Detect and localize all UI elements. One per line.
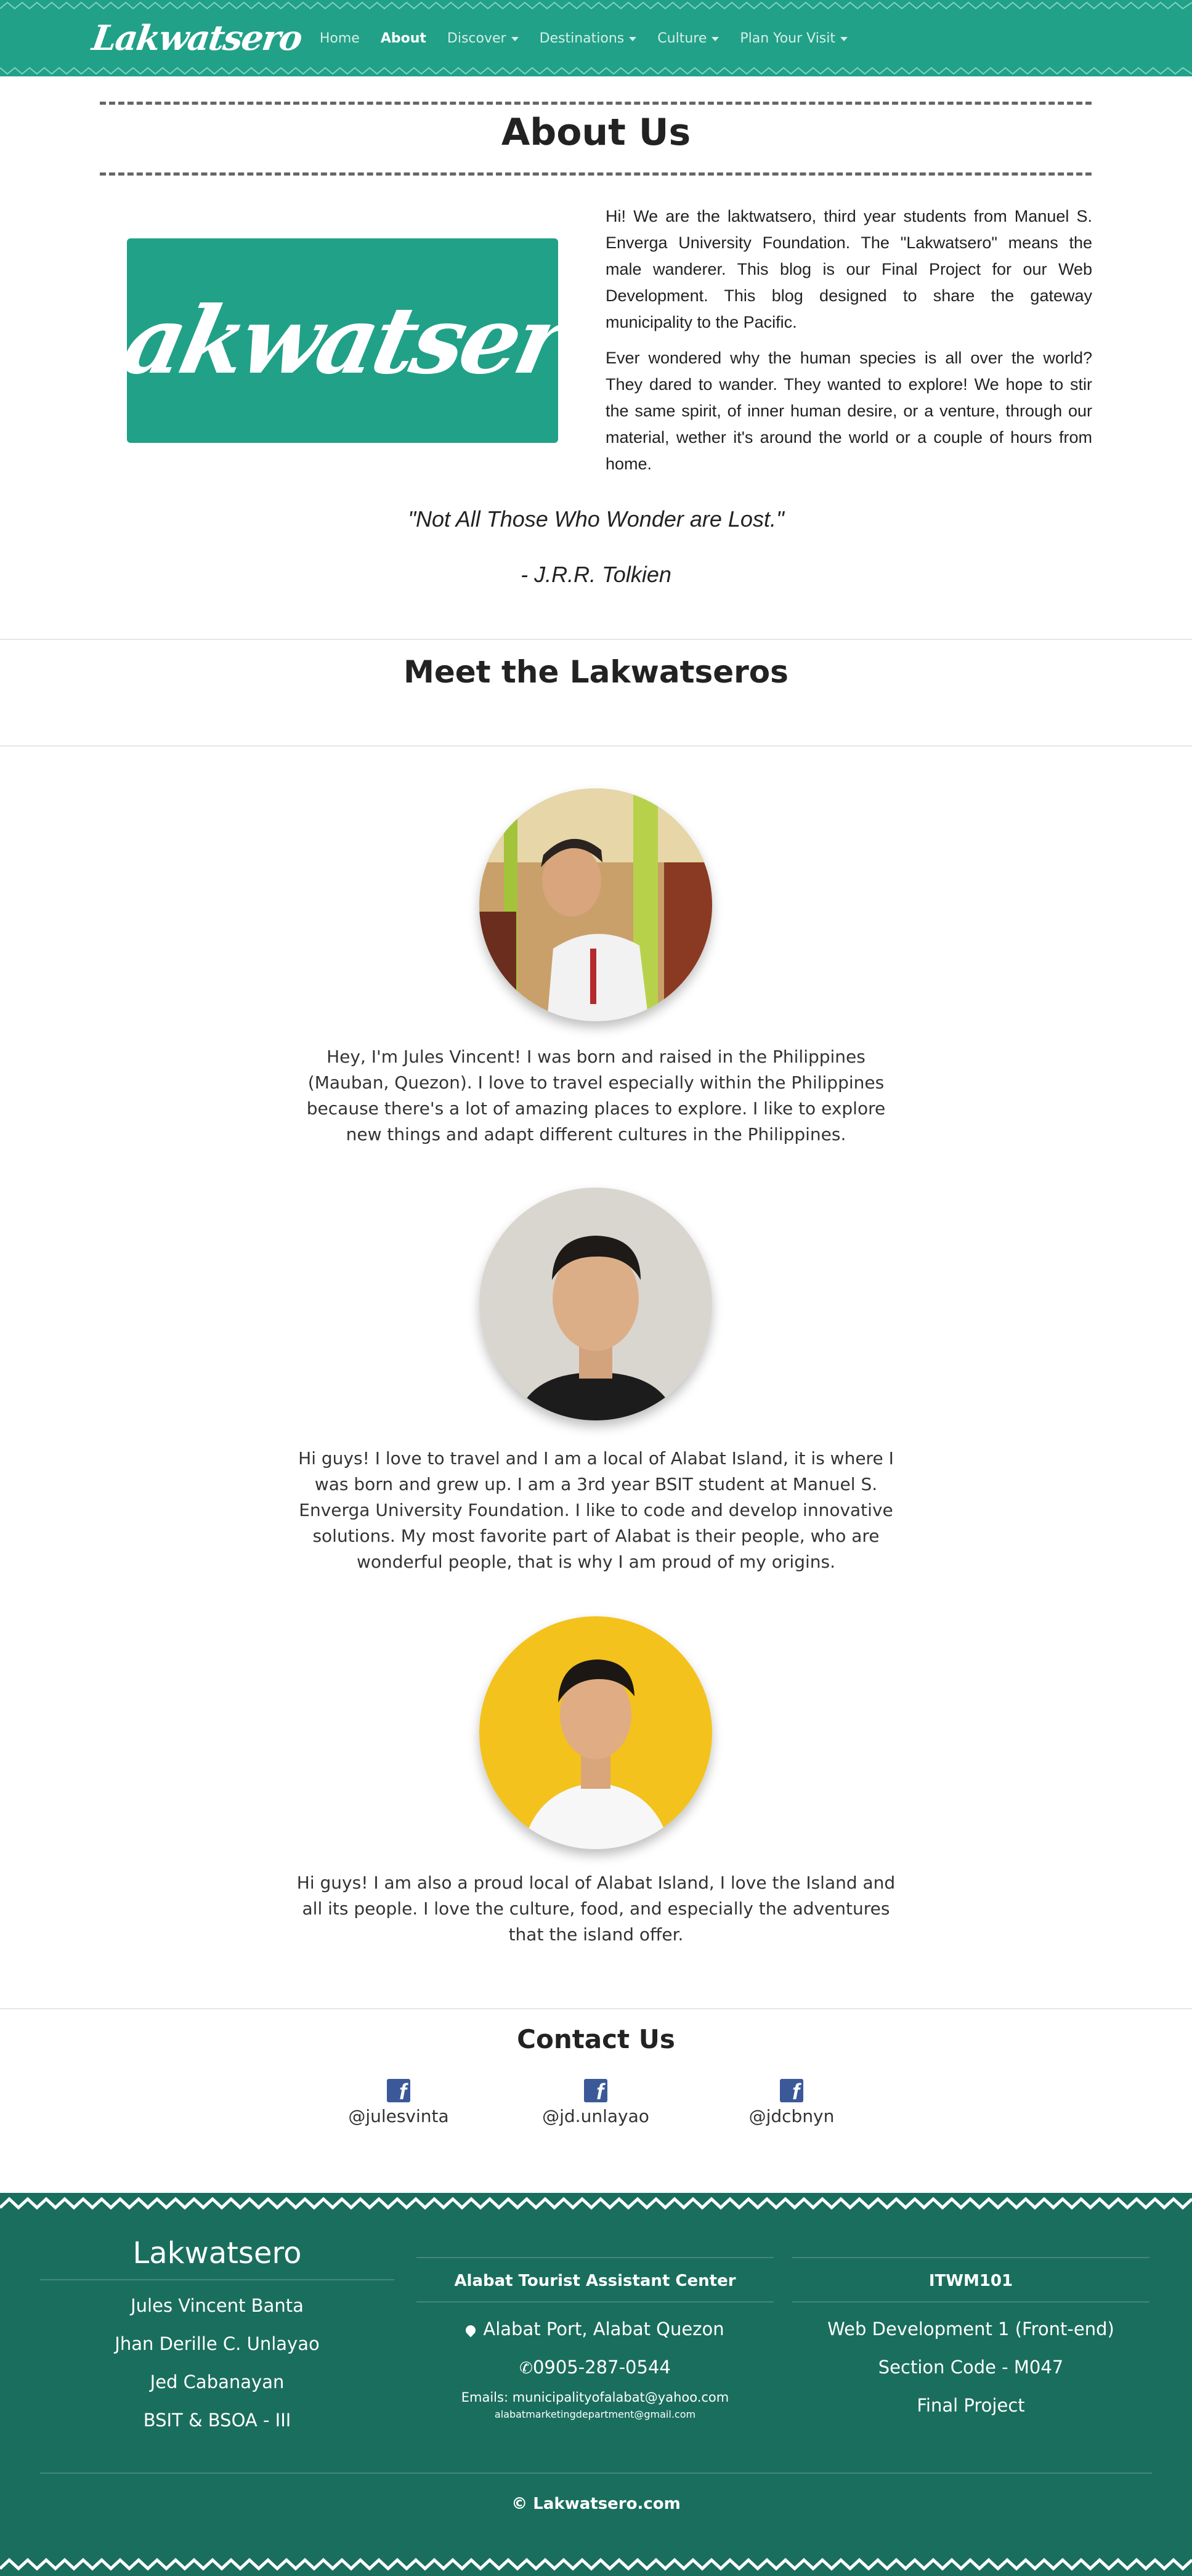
- address-text: Alabat Port, Alabat Quezon: [483, 2319, 724, 2339]
- footer-divider: [416, 2257, 774, 2258]
- footer-divider: [792, 2257, 1149, 2258]
- footer-email[interactable]: Emails: municipalityofalabat@yahoo.com: [416, 2390, 774, 2405]
- avatar-jules: [479, 788, 712, 1021]
- quote-author: - J.R.R. Tolkien: [521, 562, 671, 587]
- nav-dropdown-plan-your-visit[interactable]: Plan Your Visit: [740, 31, 848, 46]
- caret-down-icon: [712, 36, 720, 41]
- footer-phone: ✆0905-287-0544: [416, 2348, 774, 2388]
- footer-address: Alabat Port, Alabat Quezon: [416, 2310, 774, 2348]
- footer-divider: [792, 2301, 1149, 2303]
- page-title: About Us: [501, 111, 691, 154]
- social-link-jdcbnyn[interactable]: f @jdcbnyn: [718, 2079, 866, 2126]
- caret-down-icon: [511, 36, 519, 41]
- phone-text: 0905-287-0544: [532, 2357, 671, 2378]
- facebook-icon: f: [780, 2079, 803, 2104]
- dashed-divider: [100, 102, 1092, 105]
- nav-link-label: Destinations: [539, 30, 625, 46]
- lakwatsero-logo: Lakwatsero: [54, 238, 631, 443]
- zigzag-pattern: [0, 2558, 1192, 2571]
- section-divider: [0, 639, 1192, 640]
- avatar-jhan: [479, 1188, 712, 1420]
- nav-link-label: Discover: [447, 30, 506, 46]
- copyright: © Lakwatsero.com: [511, 2495, 681, 2513]
- nav-link-label: Culture: [657, 30, 707, 46]
- nav-link-home[interactable]: Home: [320, 31, 360, 46]
- footer-email[interactable]: alabatmarketingdepartment@gmail.com: [416, 2408, 774, 2420]
- nav-link-label: About: [380, 30, 426, 46]
- nav-menu: Lakwatsero Home About Discover Destinati…: [89, 14, 869, 63]
- course-item: Final Project: [917, 2395, 1025, 2416]
- quote: "Not All Those Who Wonder are Lost.": [408, 506, 784, 532]
- nav-link-label: Home: [319, 30, 360, 46]
- footer-brand: Lakwatsero: [132, 2236, 302, 2270]
- zigzag-pattern: [0, 67, 1192, 75]
- phone-icon: ✆: [519, 2359, 533, 2378]
- facebook-icon: f: [387, 2079, 410, 2104]
- section-divider: [0, 745, 1192, 747]
- nav-dropdown-discover[interactable]: Discover: [447, 31, 519, 46]
- nav-link-label: Plan Your Visit: [740, 30, 836, 46]
- social-handle: @julesvinta: [348, 2106, 449, 2126]
- social-link-jd-unlayao[interactable]: f @jd.unlayao: [522, 2079, 670, 2126]
- footer: Lakwatsero Jules Vincent Banta Jhan Deri…: [0, 2193, 1192, 2576]
- nav-link-about[interactable]: About: [381, 31, 426, 46]
- map-marker-icon: [464, 2323, 478, 2338]
- navbar: Lakwatsero Home About Discover Destinati…: [0, 0, 1192, 76]
- member-bio: Hi guys! I am also a proud local of Alab…: [296, 1873, 896, 1945]
- dashed-divider: [100, 172, 1092, 176]
- nav-dropdown-culture[interactable]: Culture: [657, 30, 720, 46]
- social-handle: @jd.unlayao: [542, 2106, 649, 2126]
- member-bio: Hi guys! I love to travel and I am a loc…: [298, 1448, 894, 1572]
- course-item: Section Code - M047: [878, 2357, 1064, 2378]
- footer-divider: [40, 2279, 394, 2280]
- facebook-icon: f: [584, 2079, 607, 2104]
- avatar-jed: [479, 1616, 712, 1849]
- team-member-name: Jhan Derille C. Unlayao: [115, 2333, 320, 2354]
- footer-col-tourist-center: Alabat Tourist Assistant Center Alabat P…: [416, 2257, 774, 2420]
- caret-down-icon: [840, 36, 848, 41]
- course-item: Web Development 1 (Front-end): [827, 2319, 1114, 2339]
- footer-divider: [40, 2473, 1152, 2474]
- nav-dropdown-destinations[interactable]: Destinations: [540, 31, 637, 46]
- social-handle: @jdcbnyn: [748, 2106, 835, 2126]
- brand-logo[interactable]: Lakwatsero: [89, 18, 304, 59]
- section-title: Meet the Lakwatseros: [403, 654, 789, 690]
- member-bio: Hey, I'm Jules Vincent! I was born and r…: [306, 1047, 886, 1144]
- team-member-name: Jules Vincent Banta: [131, 2295, 304, 2316]
- footer-col-course: ITWM101 Web Development 1 (Front-end) Se…: [792, 2257, 1149, 2424]
- section-divider: [0, 2008, 1192, 2009]
- footer-divider: [416, 2301, 774, 2303]
- social-link-julesvinta[interactable]: f @julesvinta: [325, 2079, 472, 2126]
- zigzag-pattern: [0, 1, 1192, 10]
- zigzag-pattern: [0, 2197, 1192, 2210]
- footer-col-title: ITWM101: [928, 2272, 1013, 2290]
- logo-text: Lakwatsero: [53, 286, 632, 395]
- footer-col-title: Alabat Tourist Assistant Center: [454, 2272, 736, 2290]
- about-paragraph: Hi! We are the laktwatsero, third year s…: [606, 207, 1092, 331]
- team-course: BSIT & BSOA - III: [143, 2410, 291, 2431]
- team-member-name: Jed Cabanayan: [150, 2371, 285, 2392]
- caret-down-icon: [629, 36, 637, 41]
- contact-title: Contact Us: [517, 2024, 675, 2054]
- footer-col-team: Lakwatsero Jules Vincent Banta Jhan Deri…: [40, 2236, 394, 2439]
- about-paragraph: Ever wondered why the human species is a…: [606, 349, 1092, 473]
